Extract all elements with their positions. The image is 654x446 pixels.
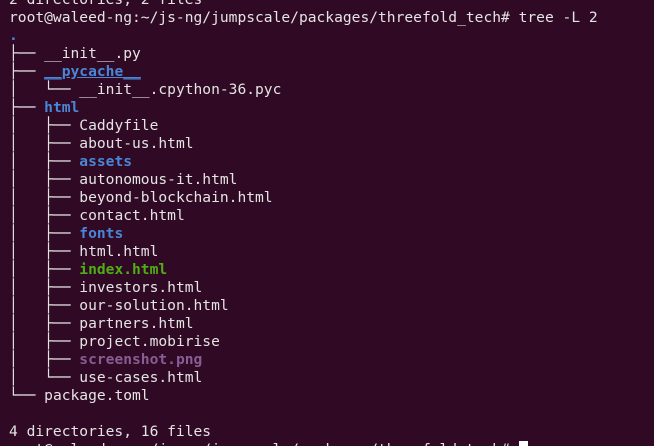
output-text: root@waleed-ng:~/js-ng/jumpscale/package… — [9, 9, 598, 26]
terminal-line: . — [9, 27, 598, 45]
shell-prompt: root@waleed-ng:~/js-ng/jumpscale/package… — [9, 441, 519, 446]
file-entry: beyond-blockchain.html — [79, 189, 273, 206]
terminal-line: 2 directories, 2 files — [9, 0, 598, 9]
terminal-line: │ ├── partners.html — [9, 315, 598, 333]
tree-connector: │ ├── — [9, 189, 80, 206]
tree-connector: ├── — [9, 99, 45, 116]
terminal-line: │ ├── index.html — [9, 261, 598, 279]
file-entry: contact.html — [79, 207, 185, 224]
terminal-line: │ ├── our-solution.html — [9, 297, 598, 315]
terminal-line: ├── html — [9, 99, 598, 117]
terminal-window[interactable]: 2 directories, 2 filesroot@waleed-ng:~/j… — [0, 0, 654, 446]
tree-connector: │ └── — [9, 369, 80, 386]
terminal-line: │ ├── autonomous-it.html — [9, 171, 598, 189]
terminal-line: ├── __init__.py — [9, 45, 598, 63]
file-entry: partners.html — [79, 315, 194, 332]
file-entry: Caddyfile — [79, 117, 159, 134]
tree-connector: │ ├── — [9, 297, 80, 314]
tree-connector: ├── — [9, 63, 45, 80]
file-entry: __init__.cpython-36.pyc — [79, 81, 282, 98]
tree-connector: │ ├── — [9, 135, 80, 152]
terminal-line: │ ├── beyond-blockchain.html — [9, 189, 598, 207]
terminal-line: │ ├── contact.html — [9, 207, 598, 225]
file-entry: investors.html — [79, 279, 203, 296]
file-entry: __init__.py — [44, 45, 141, 62]
tree-connector: │ ├── — [9, 243, 80, 260]
terminal-line: │ ├── investors.html — [9, 279, 598, 297]
tree-connector: ├── — [9, 45, 45, 62]
file-entry: our-solution.html — [79, 297, 229, 314]
tree-connector: │ ├── — [9, 315, 80, 332]
tree-connector: │ └── — [9, 81, 80, 98]
terminal-line: │ ├── fonts — [9, 225, 598, 243]
terminal-line: │ ├── screenshot.png — [9, 351, 598, 369]
terminal-line: │ └── __init__.cpython-36.pyc — [9, 81, 598, 99]
tree-connector: │ ├── — [9, 279, 80, 296]
terminal-line: │ ├── about-us.html — [9, 135, 598, 153]
tree-connector: │ ├── — [9, 171, 80, 188]
terminal-line: root@waleed-ng:~/js-ng/jumpscale/package… — [9, 9, 598, 27]
tree-connector: └── — [9, 387, 45, 404]
terminal-line: 4 directories, 16 files — [9, 423, 598, 441]
tree-connector: │ ├── — [9, 225, 80, 242]
file-entry: project.mobirise — [79, 333, 220, 350]
directory-entry: html — [44, 99, 80, 116]
terminal-line: └── package.toml — [9, 387, 598, 405]
terminal-output: 2 directories, 2 filesroot@waleed-ng:~/j… — [9, 0, 598, 446]
tree-connector: │ ├── — [9, 333, 80, 350]
tree-connector: │ ├── — [9, 117, 80, 134]
tree-connector: │ ├── — [9, 207, 80, 224]
terminal-line: ├── __pycache__ — [9, 63, 598, 81]
prompt-line[interactable]: root@waleed-ng:~/js-ng/jumpscale/package… — [9, 441, 598, 446]
output-text: 4 directories, 16 files — [9, 423, 212, 440]
terminal-line: │ ├── Caddyfile — [9, 117, 598, 135]
terminal-line: │ ├── project.mobirise — [9, 333, 598, 351]
file-entry: index.html — [79, 261, 168, 278]
file-entry: about-us.html — [79, 135, 194, 152]
tree-connector: │ ├── — [9, 261, 80, 278]
text-cursor — [518, 441, 528, 446]
tree-connector: │ ├── — [9, 153, 80, 170]
file-entry: package.toml — [44, 387, 150, 404]
directory-entry: assets — [79, 153, 133, 170]
directory-entry: __pycache__ — [44, 63, 141, 80]
file-entry: html.html — [79, 243, 159, 260]
file-entry: autonomous-it.html — [79, 171, 238, 188]
directory-entry: fonts — [79, 225, 124, 242]
file-entry: screenshot.png — [79, 351, 203, 368]
file-entry: use-cases.html — [79, 369, 203, 386]
terminal-line: │ └── use-cases.html — [9, 369, 598, 387]
output-text: 2 directories, 2 files — [9, 0, 202, 8]
directory-entry: . — [9, 27, 18, 44]
terminal-line: │ ├── html.html — [9, 243, 598, 261]
tree-connector: │ ├── — [9, 351, 80, 368]
terminal-line: │ ├── assets — [9, 153, 598, 171]
